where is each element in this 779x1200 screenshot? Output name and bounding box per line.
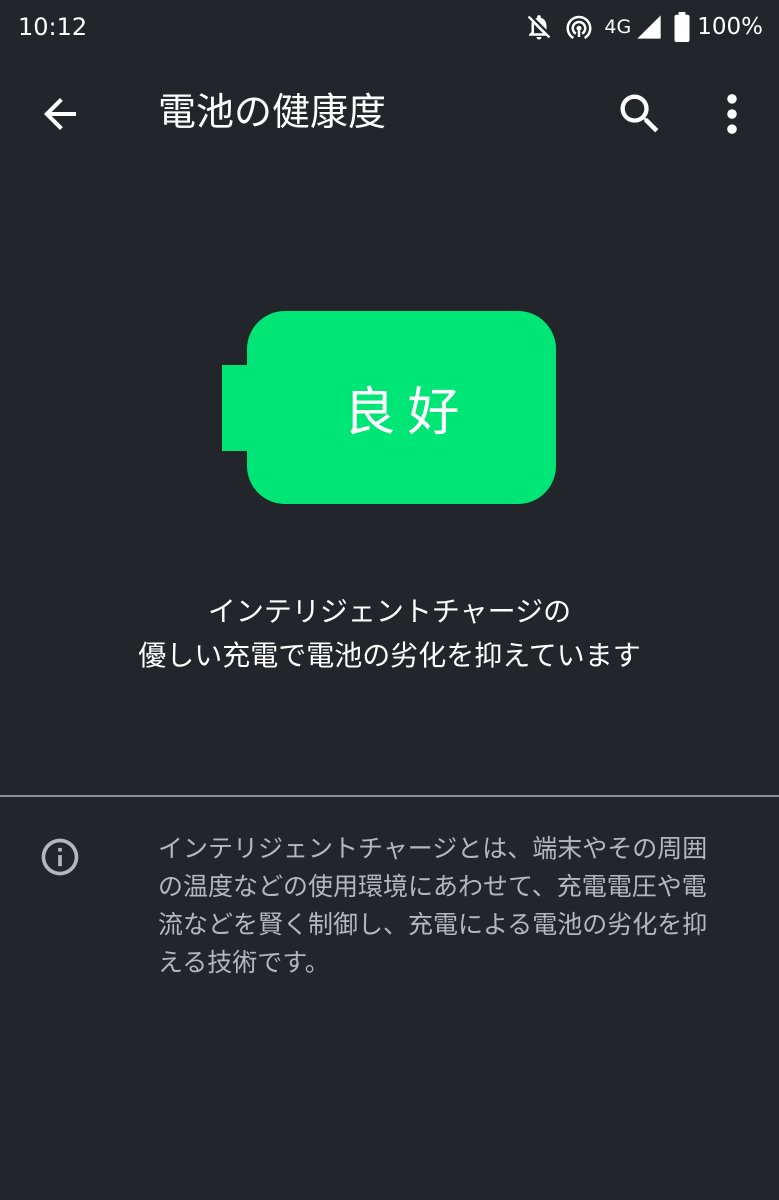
info-icon xyxy=(38,835,82,879)
info-line: インテリジェントチャージとは、端末やその周囲 xyxy=(158,834,708,863)
status-icons: 4G 100% xyxy=(524,10,763,44)
battery-health-status: 良好 xyxy=(343,383,472,443)
page-title: 電池の健康度 xyxy=(158,90,387,134)
info-description: インテリジェントチャージとは、端末やその周囲 の温度などの使用環境にあわせて、充… xyxy=(158,830,743,982)
summary-line: 優しい充電で電池の劣化を抑えています xyxy=(138,639,641,672)
battery-percent: 100% xyxy=(697,14,763,40)
back-arrow-icon xyxy=(44,98,76,130)
health-summary: インテリジェントチャージの 優しい充電で電池の劣化を抑えています xyxy=(0,590,779,678)
battery-icon xyxy=(674,12,690,42)
info-line: の温度などの使用環境にあわせて、充電電圧や電 xyxy=(158,872,707,901)
more-vert-icon xyxy=(727,94,737,134)
notifications-off-icon xyxy=(528,15,551,40)
app-bar: 電池の健康度 xyxy=(0,54,779,172)
battery-body: 良好 xyxy=(247,311,556,504)
info-line: 流などを賢く制御し、充電による電池の劣化を抑 xyxy=(158,910,708,939)
search-button[interactable] xyxy=(614,88,666,140)
hotspot-icon xyxy=(566,15,592,40)
battery-health-illustration: 良好 xyxy=(222,311,556,504)
info-line: える技術です。 xyxy=(158,948,330,977)
summary-line: インテリジェントチャージの xyxy=(207,595,572,628)
signal-icon xyxy=(637,15,661,39)
back-button[interactable] xyxy=(36,90,84,138)
search-icon xyxy=(620,94,659,133)
divider xyxy=(0,795,779,797)
status-bar: 10:12 4G 100% xyxy=(0,0,779,54)
status-time: 10:12 xyxy=(18,13,88,41)
network-type-label: 4G xyxy=(604,16,632,38)
more-options-button[interactable] xyxy=(712,88,752,140)
